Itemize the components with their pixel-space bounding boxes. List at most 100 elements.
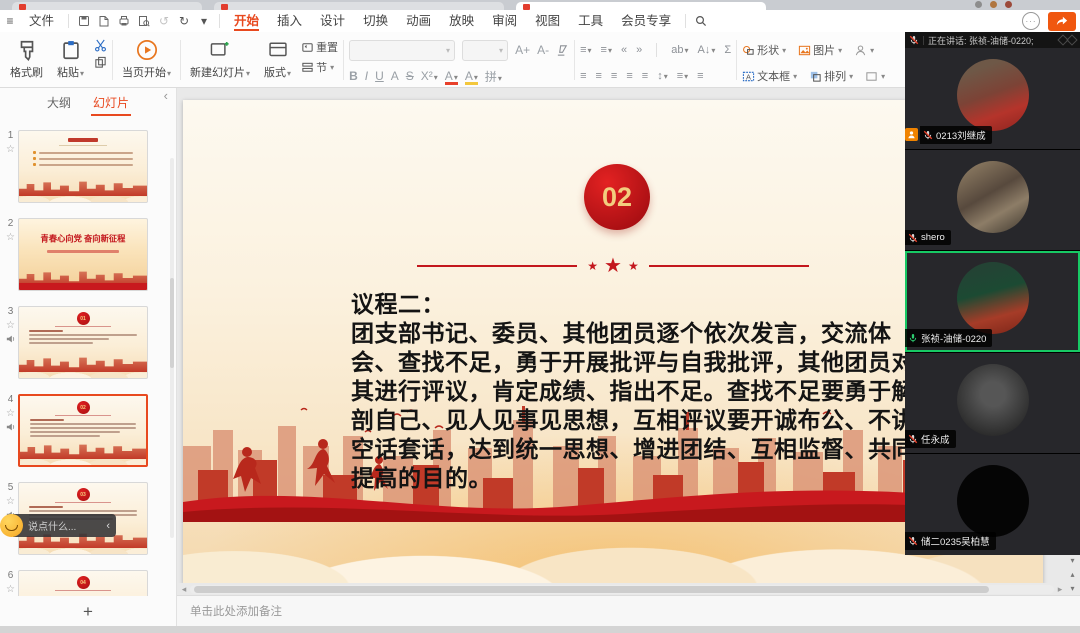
paste-button[interactable]: 粘贴▾ xyxy=(53,37,88,82)
menu-tab-home[interactable]: 开始 xyxy=(225,10,268,32)
sort-text-button[interactable]: A↓▾ xyxy=(697,44,715,56)
save-icon[interactable] xyxy=(75,12,93,30)
menu-tab-review[interactable]: 审阅 xyxy=(483,10,526,32)
avatar-insert-button[interactable]: ▾ xyxy=(854,44,874,57)
document-tab[interactable] xyxy=(214,2,504,10)
char-spacing-button[interactable]: A xyxy=(391,69,399,83)
layout-button[interactable]: 版式▾ xyxy=(260,37,295,82)
slide-thumbnail-3[interactable]: 01 xyxy=(18,306,148,379)
decrease-font-button[interactable]: A- xyxy=(537,43,549,57)
document-tab-active[interactable] xyxy=(516,2,766,10)
user-avatar[interactable] xyxy=(1005,1,1012,8)
new-slide-button[interactable]: 新建幻灯片▾ xyxy=(186,37,254,82)
user-avatar[interactable] xyxy=(975,1,982,8)
participant-tile[interactable]: 储二0235吴柏慧 xyxy=(905,454,1080,555)
scrollbar-thumb[interactable] xyxy=(194,586,989,593)
superscript-button[interactable]: X²▾ xyxy=(421,69,438,83)
increase-indent-button[interactable]: » xyxy=(636,44,642,56)
menu-file[interactable]: 文件 xyxy=(20,10,63,32)
reset-button[interactable]: 重置 xyxy=(301,39,338,55)
slide-thumbnail-2[interactable]: 青春心向党 奋向新征程 xyxy=(18,218,148,291)
bold-button[interactable]: B xyxy=(349,69,358,83)
menu-tab-transition[interactable]: 切换 xyxy=(354,10,397,32)
next-slide-button[interactable]: ▾ xyxy=(1070,584,1074,593)
sidebar-scrollbar[interactable] xyxy=(170,158,174,538)
paragraph-spacing-button[interactable]: ≡▾ xyxy=(677,70,688,82)
slide-body-textbox[interactable]: 议程二： 团支部书记、委员、其他团员逐个依次发言，交流体会、查找不足，勇于开展批… xyxy=(351,290,917,493)
shapes-button[interactable]: 形状▾ xyxy=(742,42,786,58)
copy-button[interactable] xyxy=(94,56,107,69)
text-direction-button[interactable]: ab▾ xyxy=(671,44,688,56)
collapse-comment-icon[interactable]: ‹ xyxy=(106,520,110,532)
tab-slides[interactable]: 幻灯片 xyxy=(93,88,129,118)
add-slide-button[interactable]: + xyxy=(83,603,93,620)
columns-button[interactable]: ≡ xyxy=(697,70,703,82)
participant-tile[interactable]: 0213刘继成 xyxy=(905,48,1080,149)
distribute-button[interactable]: ≡ xyxy=(642,70,648,82)
section-button[interactable]: 节▾ xyxy=(301,59,338,75)
menu-tab-member[interactable]: 会员专享 xyxy=(612,10,680,32)
mic-muted-icon[interactable] xyxy=(909,35,919,45)
share-button[interactable] xyxy=(1048,12,1076,31)
play-from-current-button[interactable]: 当页开始▾ xyxy=(118,37,175,82)
phonetic-guide-button[interactable]: 拼▾ xyxy=(485,68,502,85)
picture-button[interactable]: 图片▾ xyxy=(798,42,842,58)
participant-tile[interactable]: 任永成 xyxy=(905,353,1080,454)
hamburger-icon[interactable]: ≡ xyxy=(1,12,19,30)
strikethrough-button[interactable]: S xyxy=(406,69,414,83)
participant-tile-speaking[interactable]: 张祯-油储-0220 xyxy=(905,251,1080,352)
slide-master-button[interactable]: ▾ xyxy=(865,70,885,83)
numbered-list-button[interactable]: ≡▾ xyxy=(601,44,612,56)
redo-icon[interactable]: ↻ xyxy=(175,12,193,30)
search-icon[interactable] xyxy=(692,12,710,30)
align-center-button[interactable]: ≡ xyxy=(596,70,602,82)
bullet-list-button[interactable]: ≡▾ xyxy=(580,44,591,56)
slide-thumbnail-4-selected[interactable]: 02 xyxy=(18,394,148,467)
tab-outline[interactable]: 大纲 xyxy=(47,88,71,118)
user-avatar[interactable] xyxy=(990,1,997,8)
font-family-select[interactable]: ▾ xyxy=(349,40,455,61)
export-icon[interactable] xyxy=(95,12,113,30)
notes-bar[interactable]: 单击此处添加备注 xyxy=(176,595,1080,626)
font-size-select[interactable]: ▾ xyxy=(462,40,508,61)
slide-thumbnail-1[interactable] xyxy=(18,130,148,203)
cut-button[interactable] xyxy=(94,39,107,52)
clear-format-icon[interactable] xyxy=(556,44,569,57)
print-icon[interactable] xyxy=(115,12,133,30)
highlight-button[interactable]: A▾ xyxy=(465,69,478,83)
scroll-left-icon[interactable]: ◂ xyxy=(178,584,190,595)
horizontal-scrollbar[interactable]: ◂ ▸ xyxy=(178,584,1066,595)
italic-button[interactable]: I xyxy=(365,69,368,83)
menu-tab-animation[interactable]: 动画 xyxy=(397,10,440,32)
format-painter-button[interactable]: 格式刷 xyxy=(6,37,47,82)
undo-icon[interactable]: ↺ xyxy=(155,12,173,30)
arrange-button[interactable]: 排列▾ xyxy=(809,68,853,84)
previous-slide-button[interactable]: ▴ xyxy=(1070,570,1074,579)
menu-tab-design[interactable]: 设计 xyxy=(311,10,354,32)
toolbar-collapse-icon[interactable]: ▾ xyxy=(195,12,213,30)
document-tab[interactable] xyxy=(12,2,202,10)
decrease-indent-button[interactable]: « xyxy=(621,44,627,56)
feedback-icon[interactable]: ··· xyxy=(1022,12,1040,30)
vertical-scroll-down-icon[interactable]: ▾ xyxy=(1070,556,1074,565)
menu-tab-tools[interactable]: 工具 xyxy=(569,10,612,32)
justify-button[interactable]: ≡ xyxy=(626,70,632,82)
scroll-right-icon[interactable]: ▸ xyxy=(1054,584,1066,595)
participant-tile[interactable]: shero xyxy=(905,150,1080,251)
menu-tab-view[interactable]: 视图 xyxy=(526,10,569,32)
font-color-button[interactable]: A▾ xyxy=(445,69,458,83)
print-preview-icon[interactable] xyxy=(135,12,153,30)
comment-input[interactable]: 说点什么... ‹ xyxy=(13,514,116,537)
menu-tab-insert[interactable]: 插入 xyxy=(268,10,311,32)
textbox-button[interactable]: A文本框▾ xyxy=(742,68,797,84)
equation-button[interactable]: Σ xyxy=(724,44,731,56)
align-right-button[interactable]: ≡ xyxy=(611,70,617,82)
line-spacing-button[interactable]: ↕▾ xyxy=(657,70,668,82)
emoji-icon[interactable] xyxy=(0,514,23,537)
menu-tab-slideshow[interactable]: 放映 xyxy=(440,10,483,32)
slide-thumbnail-6[interactable]: 04 xyxy=(18,570,148,596)
underline-button[interactable]: U xyxy=(375,69,384,83)
align-left-button[interactable]: ≡ xyxy=(580,70,586,82)
collapse-panel-icon[interactable]: ‹ xyxy=(164,88,168,103)
increase-font-button[interactable]: A+ xyxy=(515,43,530,57)
